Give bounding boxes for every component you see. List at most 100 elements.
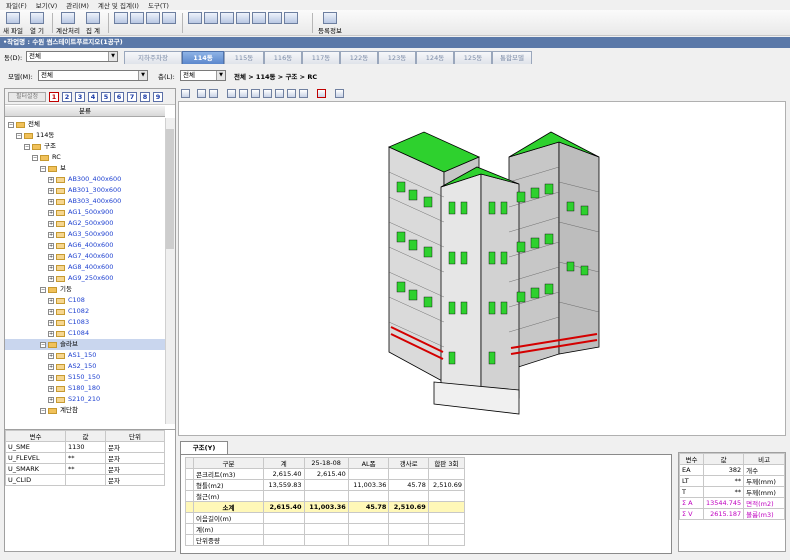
toolbar-icon-6[interactable] xyxy=(204,12,218,24)
model-select[interactable]: 전체 ▼ xyxy=(38,70,148,81)
view-cube-icon-2[interactable] xyxy=(239,89,248,98)
floor-select[interactable]: 전체 ▼ xyxy=(180,70,226,81)
new-file-button[interactable]: 새 파일 xyxy=(3,11,23,35)
menu-manage[interactable]: 관리(M) xyxy=(66,0,89,10)
expand-icon[interactable]: + xyxy=(48,231,54,238)
view-tool-icon-1[interactable] xyxy=(197,89,206,98)
tree-leaf[interactable]: + AS2_150 xyxy=(5,361,165,372)
table-row[interactable]: LT ** 두께(mm) xyxy=(679,475,785,487)
tally-button[interactable]: 집 계 xyxy=(86,11,100,35)
tree-leaf[interactable]: + AB301_300x600 xyxy=(5,185,165,196)
tree-leaf[interactable]: + S180_180 xyxy=(5,383,165,394)
open-button[interactable]: 열 기 xyxy=(30,11,44,35)
tab-building-0[interactable]: 지하주차장 xyxy=(124,51,182,64)
tree-leaf[interactable]: + C108 xyxy=(5,295,165,306)
toolbar-icon-10[interactable] xyxy=(268,12,282,24)
expand-icon[interactable]: + xyxy=(48,363,54,370)
num-button-1[interactable]: 1 xyxy=(49,92,59,102)
table-row[interactable]: 이음길이(m) xyxy=(185,512,466,524)
tree-folder[interactable]: − 구조 xyxy=(5,141,165,152)
collapse-icon[interactable]: − xyxy=(40,341,46,348)
collapse-icon[interactable]: − xyxy=(40,407,46,414)
menu-view[interactable]: 보기(V) xyxy=(36,0,57,10)
table-row[interactable]: 소계 2,615.40 11,003.36 45.78 2,510.69 xyxy=(185,501,466,513)
collapse-icon[interactable]: − xyxy=(40,286,46,293)
collapse-icon[interactable]: − xyxy=(8,121,14,128)
expand-icon[interactable]: + xyxy=(48,220,54,227)
tree-leaf[interactable]: + AB300_400x600 xyxy=(5,174,165,185)
expand-icon[interactable]: + xyxy=(48,176,54,183)
toolbar-icon-4[interactable] xyxy=(162,12,176,24)
tree-folder[interactable]: − 전체 xyxy=(5,119,165,130)
num-button-3[interactable]: 3 xyxy=(75,92,85,102)
tab-building-6[interactable]: 123동 xyxy=(378,51,416,64)
view-shade-icon[interactable] xyxy=(335,89,344,98)
tree-folder[interactable]: − 기둥 xyxy=(5,284,165,295)
tree-leaf[interactable]: + AG1_500x900 xyxy=(5,207,165,218)
expand-icon[interactable]: + xyxy=(48,396,54,403)
expand-icon[interactable]: + xyxy=(48,198,54,205)
toolbar-icon-2[interactable] xyxy=(130,12,144,24)
expand-icon[interactable]: + xyxy=(48,253,54,260)
table-row[interactable]: 철근(m) xyxy=(185,490,466,502)
table-row[interactable]: U_SME 1130 문자 xyxy=(5,441,165,453)
tree-leaf[interactable]: + S150_150 xyxy=(5,372,165,383)
tab-building-5[interactable]: 122동 xyxy=(340,51,378,64)
view-cube-icon-5[interactable] xyxy=(275,89,284,98)
view-cube-icon-4[interactable] xyxy=(263,89,272,98)
tree-leaf[interactable]: + AG2_500x900 xyxy=(5,218,165,229)
expand-icon[interactable]: + xyxy=(48,330,54,337)
expand-icon[interactable]: + xyxy=(48,374,54,381)
expand-icon[interactable]: + xyxy=(48,209,54,216)
tree-leaf[interactable]: + S210_210 xyxy=(5,394,165,405)
table-row[interactable]: Σ A 13544.745 면적(m2) xyxy=(679,497,785,509)
tab-structure[interactable]: 구조(Y) xyxy=(180,441,228,454)
calculate-button[interactable]: 계산처리 xyxy=(56,11,80,35)
table-row[interactable]: EA 382 개수 xyxy=(679,464,785,476)
table-row[interactable]: 단위중량 xyxy=(185,534,466,546)
view-cube-icon-7[interactable] xyxy=(299,89,308,98)
collapse-icon[interactable]: − xyxy=(40,165,46,172)
expand-icon[interactable]: + xyxy=(48,242,54,249)
collapse-icon[interactable]: − xyxy=(32,154,38,161)
table-row[interactable]: 계(m) xyxy=(185,523,466,535)
tree-scrollbar-thumb[interactable] xyxy=(166,129,174,249)
tree-leaf[interactable]: + AS1_150 xyxy=(5,350,165,361)
table-row[interactable]: U_FLEVEL ** 문자 xyxy=(5,452,165,464)
view-cube-icon-1[interactable] xyxy=(227,89,236,98)
tree-leaf[interactable]: + AG3_500x900 xyxy=(5,229,165,240)
view-list-icon[interactable] xyxy=(317,89,326,98)
view-home-icon[interactable] xyxy=(181,89,190,98)
tree-folder[interactable]: − RC xyxy=(5,152,165,163)
tree-leaf[interactable]: + C1083 xyxy=(5,317,165,328)
expand-icon[interactable]: + xyxy=(48,385,54,392)
tree-leaf[interactable]: + AG7_400x600 xyxy=(5,251,165,262)
table-row[interactable]: 형틀(m2) 13,559.83 11,003.36 45.78 2,510.69 xyxy=(185,479,466,491)
tree-folder[interactable]: − 114동 xyxy=(5,130,165,141)
collapse-icon[interactable]: − xyxy=(24,143,30,150)
expand-icon[interactable]: + xyxy=(48,187,54,194)
tree-leaf[interactable]: + AB303_400x600 xyxy=(5,196,165,207)
tree-leaf[interactable]: + C1082 xyxy=(5,306,165,317)
tree-leaf[interactable]: + AG8_400x600 xyxy=(5,262,165,273)
num-button-8[interactable]: 8 xyxy=(140,92,150,102)
menu-file[interactable]: 파일(F) xyxy=(6,0,27,10)
expand-icon[interactable]: + xyxy=(48,308,54,315)
expand-icon[interactable]: + xyxy=(48,352,54,359)
toolbar-icon-7[interactable] xyxy=(220,12,234,24)
num-button-5[interactable]: 5 xyxy=(101,92,111,102)
num-button-2[interactable]: 2 xyxy=(62,92,72,102)
tree-leaf[interactable]: + C1084 xyxy=(5,328,165,339)
table-row[interactable]: T ** 두께(mm) xyxy=(679,486,785,498)
tree-leaf[interactable]: + AG9_250x600 xyxy=(5,273,165,284)
toolbar-icon-1[interactable] xyxy=(114,12,128,24)
num-button-6[interactable]: 6 xyxy=(114,92,124,102)
toolbar-icon-5[interactable] xyxy=(188,12,202,24)
table-row[interactable]: Σ V 2615.187 볼륨(m3) xyxy=(679,508,785,520)
tree-folder[interactable]: − 슬라브 xyxy=(5,339,165,350)
tab-building-2[interactable]: 115동 xyxy=(224,51,264,64)
num-button-4[interactable]: 4 xyxy=(88,92,98,102)
num-button-7[interactable]: 7 xyxy=(127,92,137,102)
expand-icon[interactable]: + xyxy=(48,319,54,326)
building-select[interactable]: 전체 ▼ xyxy=(26,51,118,62)
